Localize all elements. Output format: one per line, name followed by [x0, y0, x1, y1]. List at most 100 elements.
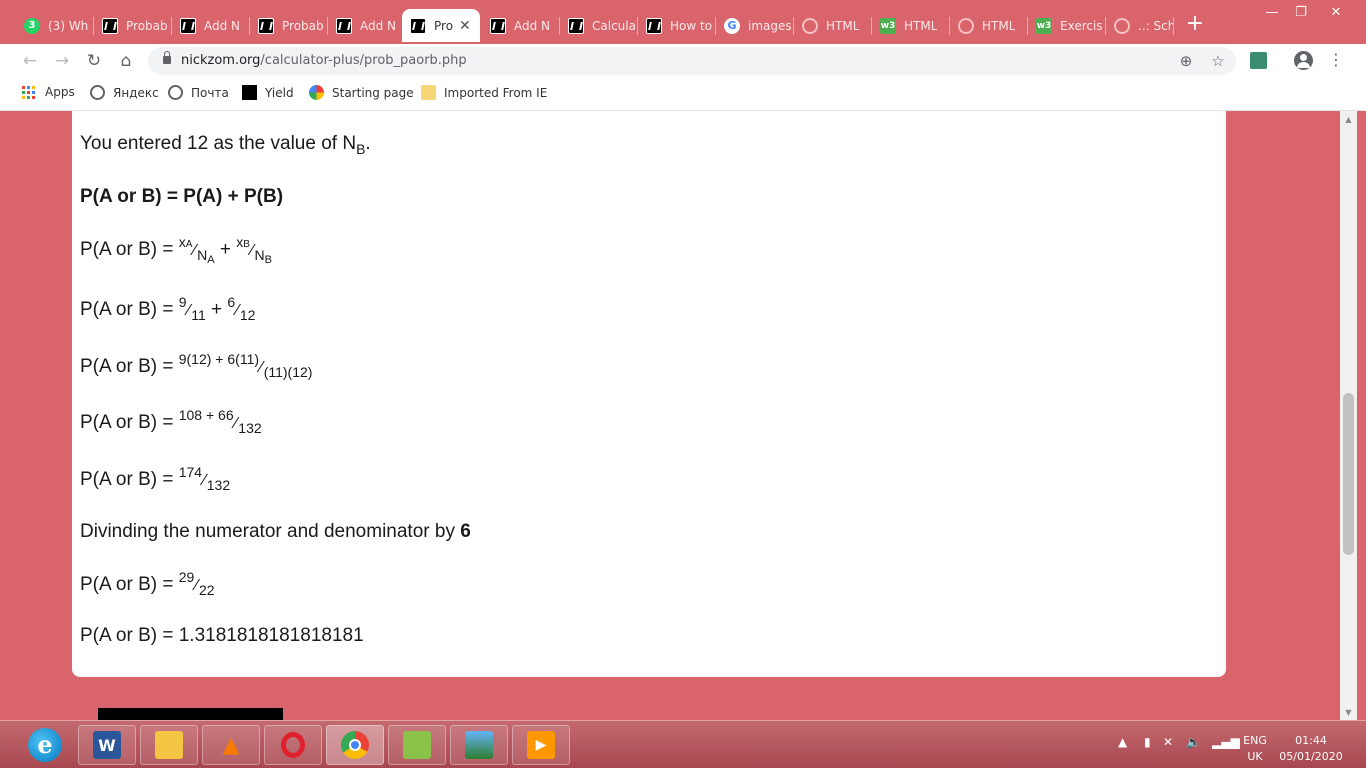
nickzom-icon — [102, 17, 118, 34]
globe-icon — [802, 17, 818, 34]
menu-icon[interactable]: ⋮ — [1326, 50, 1346, 72]
tab-label: Calcula — [592, 18, 636, 33]
scrollbar-thumb[interactable] — [1343, 393, 1354, 555]
bookmark-imported-from-ie[interactable]: Imported From IE — [421, 85, 547, 100]
tab-label: HTML — [904, 18, 938, 33]
products-step: P(A or B) = 108 + 66⁄132 — [80, 407, 262, 436]
tab-label: How to — [670, 18, 713, 33]
tab-label: ..: Scho — [1138, 18, 1174, 33]
new-tab-button[interactable]: + — [1184, 13, 1206, 36]
final-result: P(A or B) = 1.3181818181818181 — [80, 625, 364, 646]
file-explorer-icon — [155, 731, 183, 759]
tab-active-probability[interactable]: Pro ✕ — [402, 9, 480, 42]
taskbar-notepad[interactable] — [388, 725, 446, 765]
photos-icon — [465, 731, 493, 759]
tab-label: (3) Wh — [48, 18, 89, 33]
nickzom-icon — [258, 17, 274, 34]
bookmark-mail[interactable]: Почта — [168, 85, 229, 100]
tab-whatsapp[interactable]: 3 (3) Wh — [16, 9, 94, 42]
page-viewport: You entered 12 as the value of NB. P(A o… — [0, 111, 1366, 720]
tab-calculator[interactable]: Calcula — [560, 9, 638, 42]
substitution-step: P(A or B) = 9⁄11 + 6⁄12 — [80, 294, 256, 323]
extension-icon[interactable] — [1250, 52, 1267, 69]
simplified-step: P(A or B) = 29⁄22 — [80, 569, 215, 598]
whatsapp-icon: 3 — [24, 17, 40, 34]
close-icon[interactable]: ✕ — [459, 18, 471, 34]
zoom-icon[interactable]: ⊕ — [1176, 51, 1196, 71]
show-hidden-icons-icon[interactable]: ▲ — [1118, 735, 1127, 749]
page-scrollbar[interactable]: ▲ ▼ — [1340, 111, 1357, 720]
w3schools-icon: w3 — [1036, 17, 1052, 34]
entered-value-line: You entered 12 as the value of NB. — [80, 133, 371, 157]
taskbar-word[interactable]: W — [78, 725, 136, 765]
tab-google-images[interactable]: G images — [716, 9, 794, 42]
bookmark-apps[interactable]: Apps — [22, 85, 75, 99]
tab-schools[interactable]: ..: Scho — [1106, 9, 1174, 42]
home-button[interactable]: ⌂ — [114, 49, 138, 73]
tab-exercises[interactable]: w3 Exercis — [1028, 9, 1106, 42]
nickzom-icon — [568, 17, 584, 34]
tab-add-new[interactable]: Add N — [328, 9, 402, 42]
tab-html[interactable]: HTML — [950, 9, 1028, 42]
opera-icon — [281, 732, 305, 758]
tab-label: HTML — [826, 18, 860, 33]
taskbar-photos[interactable] — [450, 725, 508, 765]
taskbar-media-player[interactable]: ▶ — [512, 725, 570, 765]
dividing-note: Divinding the numerator and denominator … — [80, 521, 471, 542]
minimize-button[interactable]: — — [1258, 2, 1286, 24]
tab-label: images — [748, 18, 792, 33]
nickzom-icon — [180, 17, 196, 34]
internet-explorer-icon[interactable]: e — [28, 728, 62, 762]
word-icon: W — [93, 731, 121, 759]
volume-icon[interactable]: 🔈 — [1186, 735, 1201, 749]
taskbar-vlc[interactable]: ▲ — [202, 725, 260, 765]
tab-html-w3[interactable]: w3 HTML — [872, 9, 950, 42]
star-icon[interactable]: ☆ — [1208, 51, 1228, 71]
profile-avatar[interactable] — [1294, 51, 1313, 70]
forward-button[interactable]: → — [50, 49, 74, 73]
tab-strip: 3 (3) Wh Probab Add N Probab Add N Pro ✕… — [0, 0, 1366, 44]
nickzom-icon — [410, 17, 426, 34]
w3schools-icon: w3 — [880, 17, 896, 34]
signal-icon[interactable]: ▂▄▆ — [1212, 735, 1240, 749]
apps-grid-icon — [22, 85, 35, 99]
vlc-icon: ▲ — [222, 732, 240, 758]
scroll-down-icon[interactable]: ▼ — [1343, 708, 1354, 717]
tab-html[interactable]: HTML — [794, 9, 872, 42]
taskbar-file-explorer[interactable] — [140, 725, 198, 765]
tab-probability[interactable]: Probab — [250, 9, 328, 42]
tab-add-new[interactable]: Add N — [172, 9, 250, 42]
tab-probability[interactable]: Probab — [94, 9, 172, 42]
language-indicator[interactable]: ENG UK — [1240, 733, 1270, 765]
tab-label: Probab — [282, 18, 324, 33]
system-clock[interactable]: 01:44 05/01/2020 — [1276, 733, 1346, 765]
nickzom-icon — [490, 17, 506, 34]
tab-how-to[interactable]: How to — [638, 9, 716, 42]
symbolic-step: P(A or B) = xA⁄NA + xB⁄NB — [80, 234, 273, 266]
close-window-button[interactable]: ✕ — [1322, 2, 1350, 24]
url-text[interactable]: nickzom.org/calculator-plus/prob_paorb.p… — [181, 53, 467, 68]
notepad-icon — [403, 731, 431, 759]
tab-label: Pro — [434, 18, 454, 33]
nickzom-icon — [646, 17, 662, 34]
nickzom-icon — [242, 85, 257, 100]
back-button[interactable]: ← — [18, 49, 42, 73]
bookmark-yandex[interactable]: Яндекс — [90, 85, 159, 100]
folder-icon — [421, 85, 436, 100]
address-bar[interactable]: nickzom.org/calculator-plus/prob_paorb.p… — [148, 47, 1236, 75]
tab-add-new[interactable]: Add N — [482, 9, 560, 42]
reload-button[interactable]: ↻ — [82, 49, 106, 73]
globe-icon — [1114, 17, 1130, 34]
network-off-icon[interactable]: ✕ — [1163, 735, 1173, 749]
bookmark-yield[interactable]: Yield — [242, 85, 294, 100]
maximize-button[interactable]: ❐ — [1287, 2, 1315, 24]
scroll-up-icon[interactable]: ▲ — [1343, 115, 1354, 124]
taskbar-chrome[interactable] — [326, 725, 384, 765]
tab-label: Add N — [360, 18, 397, 33]
bookmark-starting-page[interactable]: Starting page — [309, 85, 414, 100]
media-player-icon: ▶ — [527, 731, 555, 759]
battery-icon[interactable]: ▮ — [1144, 735, 1151, 749]
globe-icon — [168, 85, 183, 100]
tab-label: Probab — [126, 18, 168, 33]
taskbar-opera[interactable] — [264, 725, 322, 765]
